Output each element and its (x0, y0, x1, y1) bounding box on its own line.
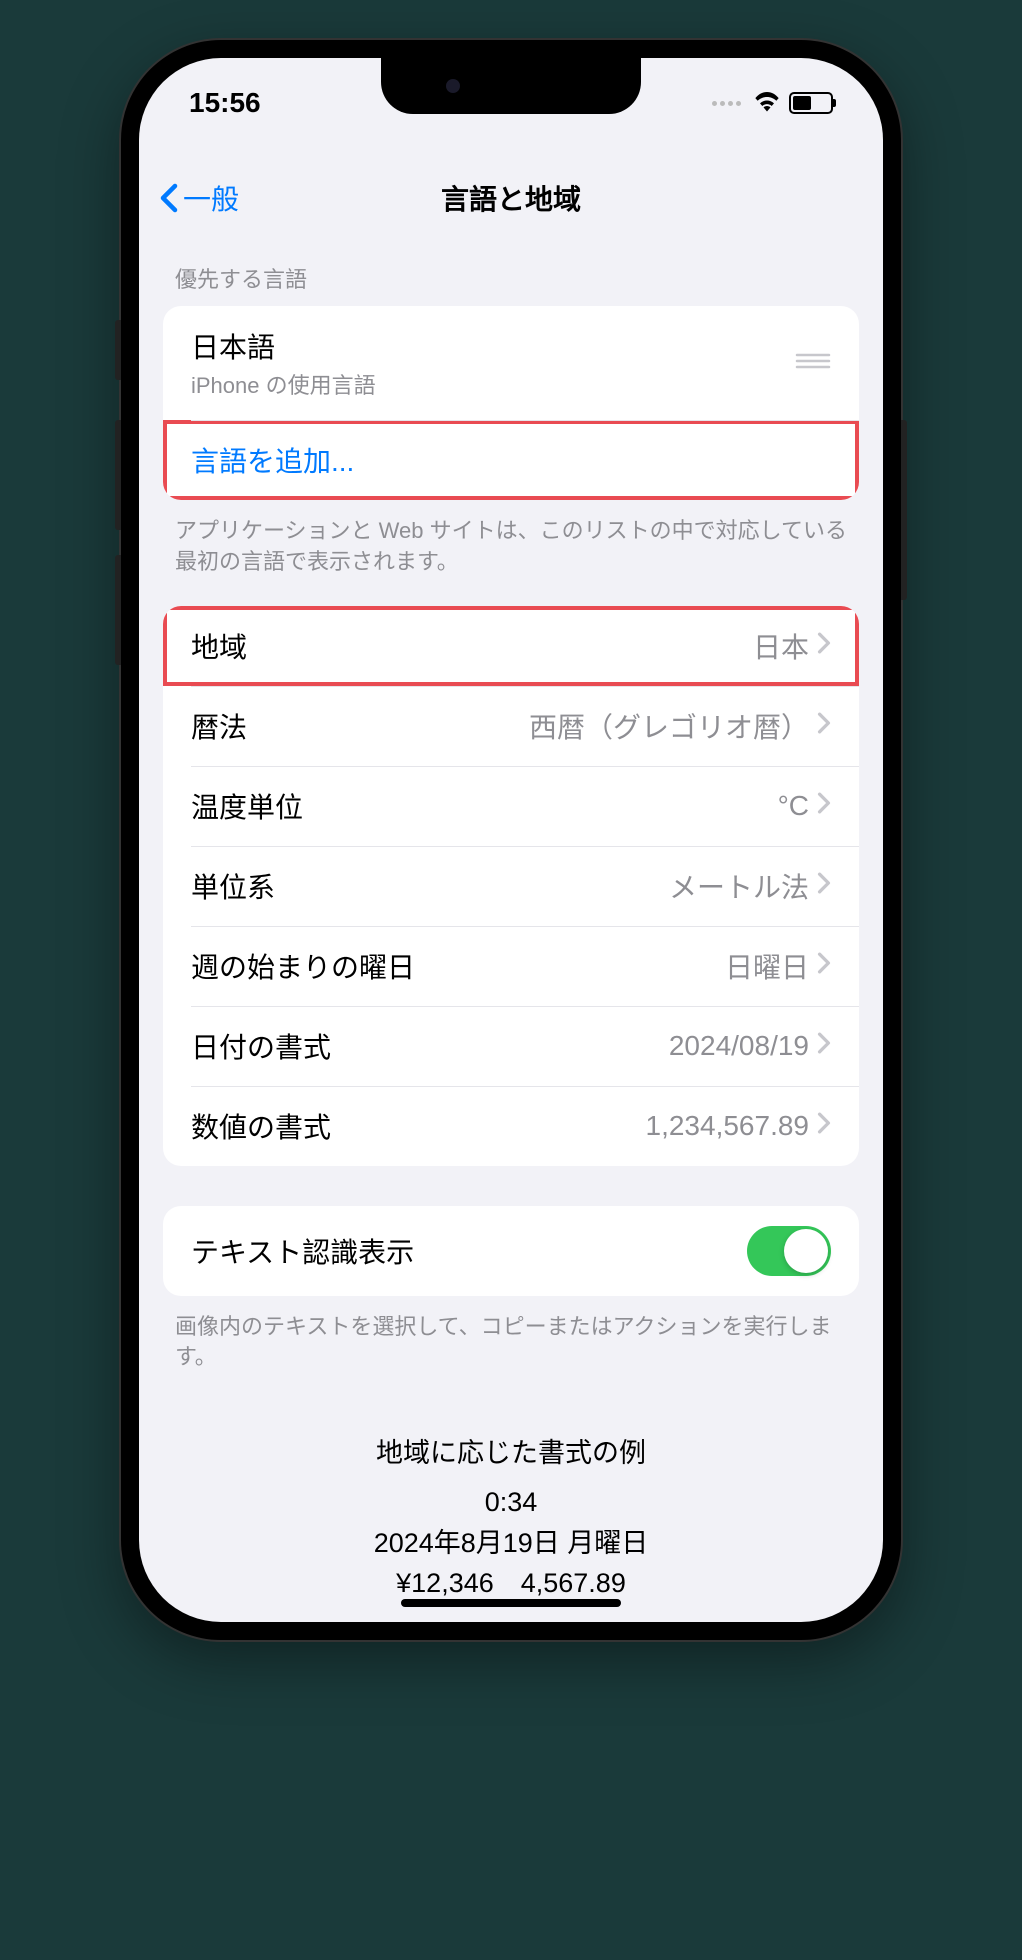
add-language-row[interactable]: 言語を追加... (163, 420, 859, 500)
live-text-label: テキスト認識表示 (191, 1231, 747, 1271)
example-title: 地域に応じた書式の例 (163, 1431, 859, 1470)
phone-frame: 15:56 一般 言語と地域 優先する言語 (121, 40, 901, 1640)
temperature-row[interactable]: 温度単位 °C (163, 766, 859, 846)
region-row[interactable]: 地域 日本 (163, 606, 859, 686)
chevron-right-icon (817, 712, 831, 739)
units-value: メートル法 (669, 866, 809, 906)
number-format-row[interactable]: 数値の書式 1,234,567.89 (163, 1086, 859, 1166)
example-numbers: ¥12,346 4,567.89 (163, 1563, 859, 1604)
chevron-right-icon (817, 1112, 831, 1139)
back-label: 一般 (183, 178, 239, 218)
region-settings-group: 地域 日本 暦法 西暦（グレゴリオ暦） 温度単位 °C 単位系 メートル法 (163, 606, 859, 1166)
nav-bar: 一般 言語と地域 (139, 158, 883, 238)
live-text-footer: 画像内のテキストを選択して、コピーまたはアクションを実行します。 (139, 1296, 883, 1402)
example-date: 2024年8月19日 月曜日 (163, 1523, 859, 1564)
language-subtitle: iPhone の使用言語 (191, 368, 795, 400)
chevron-right-icon (817, 632, 831, 659)
live-text-row: テキスト認識表示 (163, 1206, 859, 1296)
calendar-label: 暦法 (191, 706, 529, 746)
languages-footer: アプリケーションと Web サイトは、このリストの中で対応している最初の言語で表… (139, 500, 883, 606)
add-language-label: 言語を追加... (191, 440, 354, 480)
live-text-group: テキスト認識表示 (163, 1206, 859, 1296)
chevron-right-icon (817, 792, 831, 819)
date-format-value: 2024/08/19 (669, 1030, 809, 1062)
page-title: 言語と地域 (441, 178, 581, 218)
number-format-label: 数値の書式 (191, 1106, 646, 1146)
live-text-toggle[interactable] (747, 1226, 831, 1276)
chevron-left-icon (159, 183, 179, 213)
language-row-primary[interactable]: 日本語 iPhone の使用言語 (163, 306, 859, 420)
format-example-section: 地域に応じた書式の例 0:34 2024年8月19日 月曜日 ¥12,346 4… (139, 1401, 883, 1622)
date-format-label: 日付の書式 (191, 1026, 669, 1066)
calendar-row[interactable]: 暦法 西暦（グレゴリオ暦） (163, 686, 859, 766)
home-indicator[interactable] (401, 1599, 621, 1607)
more-dots-icon (712, 101, 741, 106)
temperature-label: 温度単位 (191, 786, 778, 826)
units-row[interactable]: 単位系 メートル法 (163, 846, 859, 926)
status-time: 15:56 (189, 77, 261, 119)
wifi-icon (753, 90, 781, 117)
languages-group: 日本語 iPhone の使用言語 言語を追加... (163, 306, 859, 500)
battery-icon (789, 92, 833, 114)
status-icons (712, 80, 833, 117)
calendar-value: 西暦（グレゴリオ暦） (529, 706, 809, 746)
languages-header: 優先する言語 (139, 238, 883, 306)
number-format-value: 1,234,567.89 (646, 1110, 810, 1142)
example-time: 0:34 (163, 1482, 859, 1523)
content-area[interactable]: 一般 言語と地域 優先する言語 日本語 iPhone の使用言語 言語を追加..… (139, 58, 883, 1622)
temperature-value: °C (778, 790, 809, 822)
notch (381, 58, 641, 114)
chevron-right-icon (817, 1032, 831, 1059)
language-name: 日本語 (191, 326, 795, 366)
region-label: 地域 (191, 626, 753, 666)
screen: 15:56 一般 言語と地域 優先する言語 (139, 58, 883, 1622)
reorder-handle-icon[interactable] (795, 351, 831, 376)
chevron-right-icon (817, 952, 831, 979)
units-label: 単位系 (191, 866, 669, 906)
back-button[interactable]: 一般 (159, 178, 239, 218)
region-value: 日本 (753, 626, 809, 666)
week-start-label: 週の始まりの曜日 (191, 946, 725, 986)
date-format-row[interactable]: 日付の書式 2024/08/19 (163, 1006, 859, 1086)
week-start-value: 日曜日 (725, 946, 809, 986)
week-start-row[interactable]: 週の始まりの曜日 日曜日 (163, 926, 859, 1006)
chevron-right-icon (817, 872, 831, 899)
